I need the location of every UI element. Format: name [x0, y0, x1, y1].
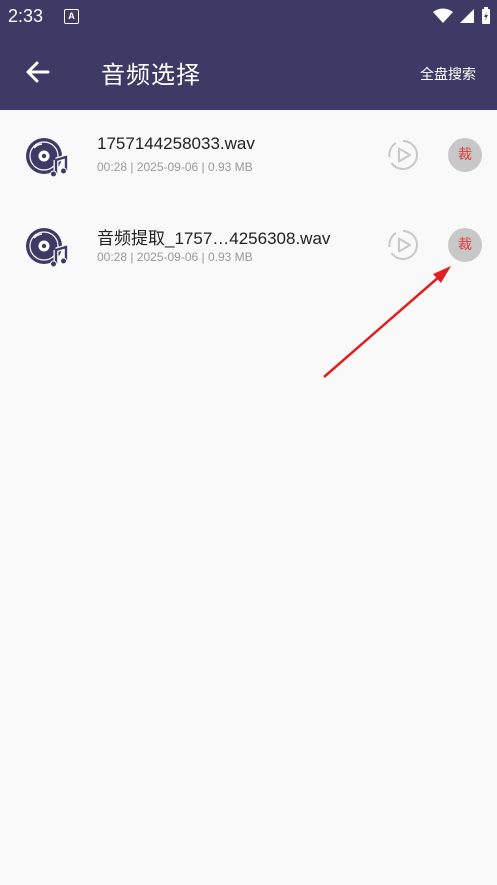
wifi-icon [433, 8, 453, 23]
play-icon[interactable] [386, 228, 420, 262]
app-bar: 音频选择 全盘搜索 [0, 34, 497, 110]
file-meta: 00:28 | 2025-09-06 | 0.93 MB [97, 160, 253, 174]
list-item[interactable]: 1757144258033.wav 00:28 | 2025-09-06 | 0… [0, 110, 497, 200]
file-name: 1757144258033.wav [97, 134, 255, 153]
page-title: 音频选择 [101, 61, 201, 89]
battery-icon [482, 7, 490, 24]
full-disk-search-button[interactable]: 全盘搜索 [420, 64, 476, 84]
status-icons [433, 7, 491, 25]
audio-disc-icon [26, 138, 69, 178]
list-item[interactable]: 音频提取_1757…4256308.wav 00:28 | 2025-09-06… [0, 200, 497, 290]
notification-a-icon: A [64, 9, 79, 24]
cut-button[interactable]: 裁 [448, 138, 482, 172]
file-name: 音频提取_1757…4256308.wav [97, 229, 331, 248]
back-arrow-icon[interactable] [22, 56, 54, 88]
audio-file-list: 1757144258033.wav 00:28 | 2025-09-06 | 0… [0, 110, 497, 290]
signal-icon [460, 9, 474, 23]
status-time: 2:33 [8, 6, 44, 26]
file-meta: 00:28 | 2025-09-06 | 0.93 MB [97, 250, 253, 264]
status-bar: 2:33 A [0, 0, 497, 34]
play-icon[interactable] [386, 138, 420, 172]
audio-disc-icon [26, 228, 69, 268]
cut-button[interactable]: 裁 [448, 228, 482, 262]
